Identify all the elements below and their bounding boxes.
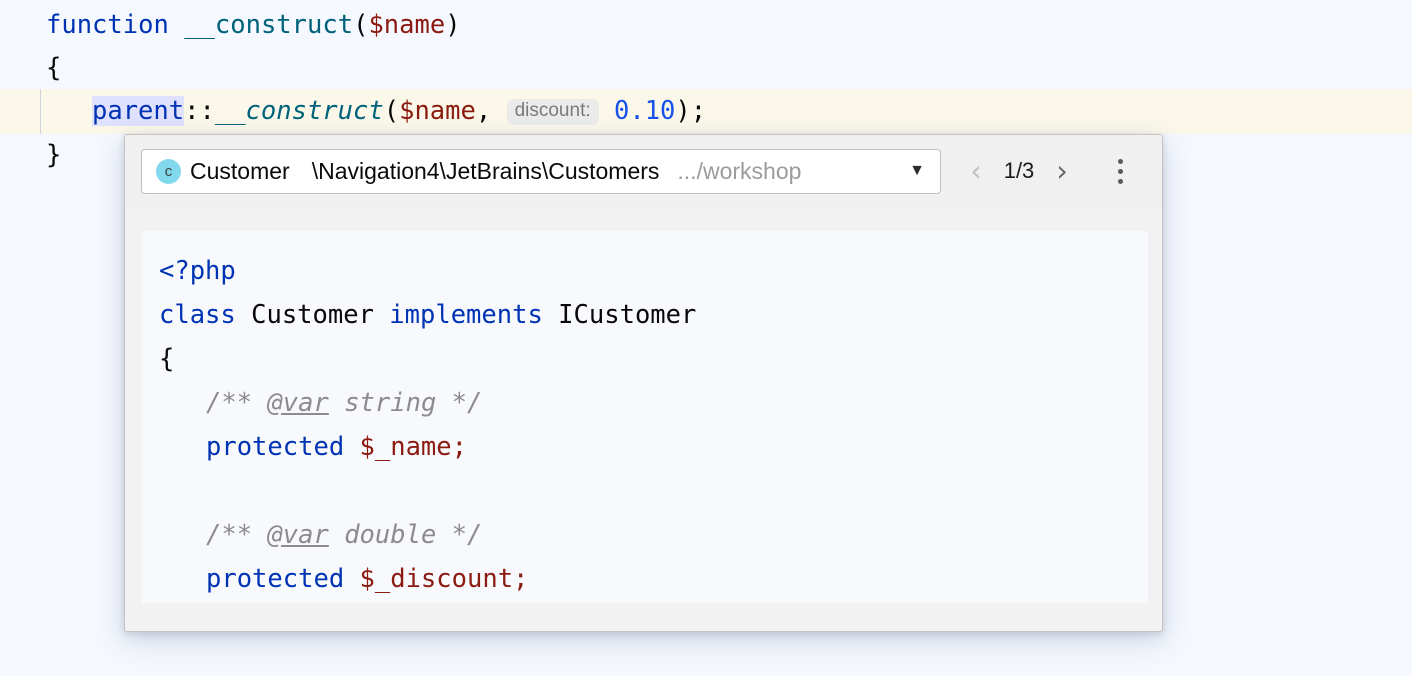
gutter-separator-line (40, 89, 41, 134)
breadcrumb-combobox[interactable]: c Customer \Navigation4\JetBrains\Custom… (141, 148, 941, 194)
keyword-parent-selected[interactable]: parent (92, 96, 185, 126)
kebab-dot (1117, 178, 1123, 184)
property-name: $_discount; (344, 564, 529, 594)
popup-line-docblock-string: /** @var string */ (142, 381, 1148, 425)
paren-open: ( (383, 96, 400, 126)
popup-code-preview[interactable]: <?php class Customer implements ICustome… (142, 231, 1148, 603)
definition-preview-popup[interactable]: c Customer \Navigation4\JetBrains\Custom… (124, 134, 1163, 632)
paren-close: ) (445, 10, 461, 40)
php-open-tag: <?php (159, 256, 236, 286)
comma: , (475, 96, 507, 126)
inlay-hint-parameter-discount[interactable]: discount: (506, 99, 599, 125)
popup-line-php-open: <?php (142, 249, 1148, 293)
number-literal-discount: 0.10 (613, 96, 676, 126)
method-name-construct: __construct (214, 96, 384, 126)
keyword-class: class (159, 300, 236, 330)
php-class-icon: c (156, 158, 181, 184)
brace-open: { (46, 53, 62, 83)
popup-line-property-name: protected $_name; (142, 425, 1148, 469)
chevron-right-icon[interactable]: › (1045, 156, 1079, 186)
popup-line-blank (142, 469, 1148, 513)
breadcrumb-class-name: Customer (190, 157, 290, 184)
popup-navigation-group: ‹ 1/3 › (959, 156, 1079, 186)
breadcrumb-file-path: .../workshop (677, 157, 802, 184)
popup-line-open-brace: { (142, 337, 1148, 381)
statement-tail: ); (675, 96, 707, 126)
keyword-implements: implements (389, 300, 543, 330)
popup-line-property-discount: protected $_discount; (142, 557, 1148, 601)
popup-line-docblock-double: /** @var double */ (142, 513, 1148, 557)
chevron-left-icon[interactable]: ‹ (959, 156, 993, 186)
result-counter: 1/3 (1003, 158, 1035, 183)
breadcrumb-namespace: \Navigation4\JetBrains\Customers (311, 157, 660, 184)
scope-resolution-operator: :: (184, 96, 215, 126)
editor-line-function-signature[interactable]: function __construct($name) (0, 3, 1412, 48)
kebab-dot (1117, 158, 1123, 164)
paren-open: ( (353, 10, 369, 40)
docblock-tag-var[interactable]: @var (267, 520, 328, 550)
docblock-start: /** (206, 388, 268, 418)
chevron-down-icon[interactable]: ▼ (894, 162, 940, 180)
docblock-end: string */ (328, 388, 483, 418)
argument-name: $name (399, 96, 476, 126)
kebab-menu-icon[interactable] (1103, 158, 1137, 184)
editor-line-open-brace[interactable]: { (0, 46, 1412, 91)
property-name: $_name; (344, 432, 467, 462)
brace-close: } (46, 140, 62, 170)
parameter-name: $name (368, 10, 446, 40)
popup-line-class-declaration: class Customer implements ICustomer (142, 293, 1148, 337)
docblock-end: double */ (328, 520, 483, 550)
method-name-construct: __construct (184, 10, 354, 40)
editor-line-parent-construct[interactable]: parent::__construct($name, discount: 0.1… (0, 89, 1412, 134)
class-name: Customer (235, 300, 390, 330)
keyword-function: function (46, 10, 169, 40)
keyword-protected: protected (206, 432, 345, 462)
interface-name: ICustomer (542, 300, 697, 330)
docblock-start: /** (206, 520, 268, 550)
kebab-dot (1117, 168, 1123, 174)
docblock-tag-var[interactable]: @var (267, 388, 328, 418)
popup-header-toolbar: c Customer \Navigation4\JetBrains\Custom… (125, 135, 1162, 207)
keyword-protected: protected (206, 564, 345, 594)
brace-open: { (159, 344, 175, 374)
